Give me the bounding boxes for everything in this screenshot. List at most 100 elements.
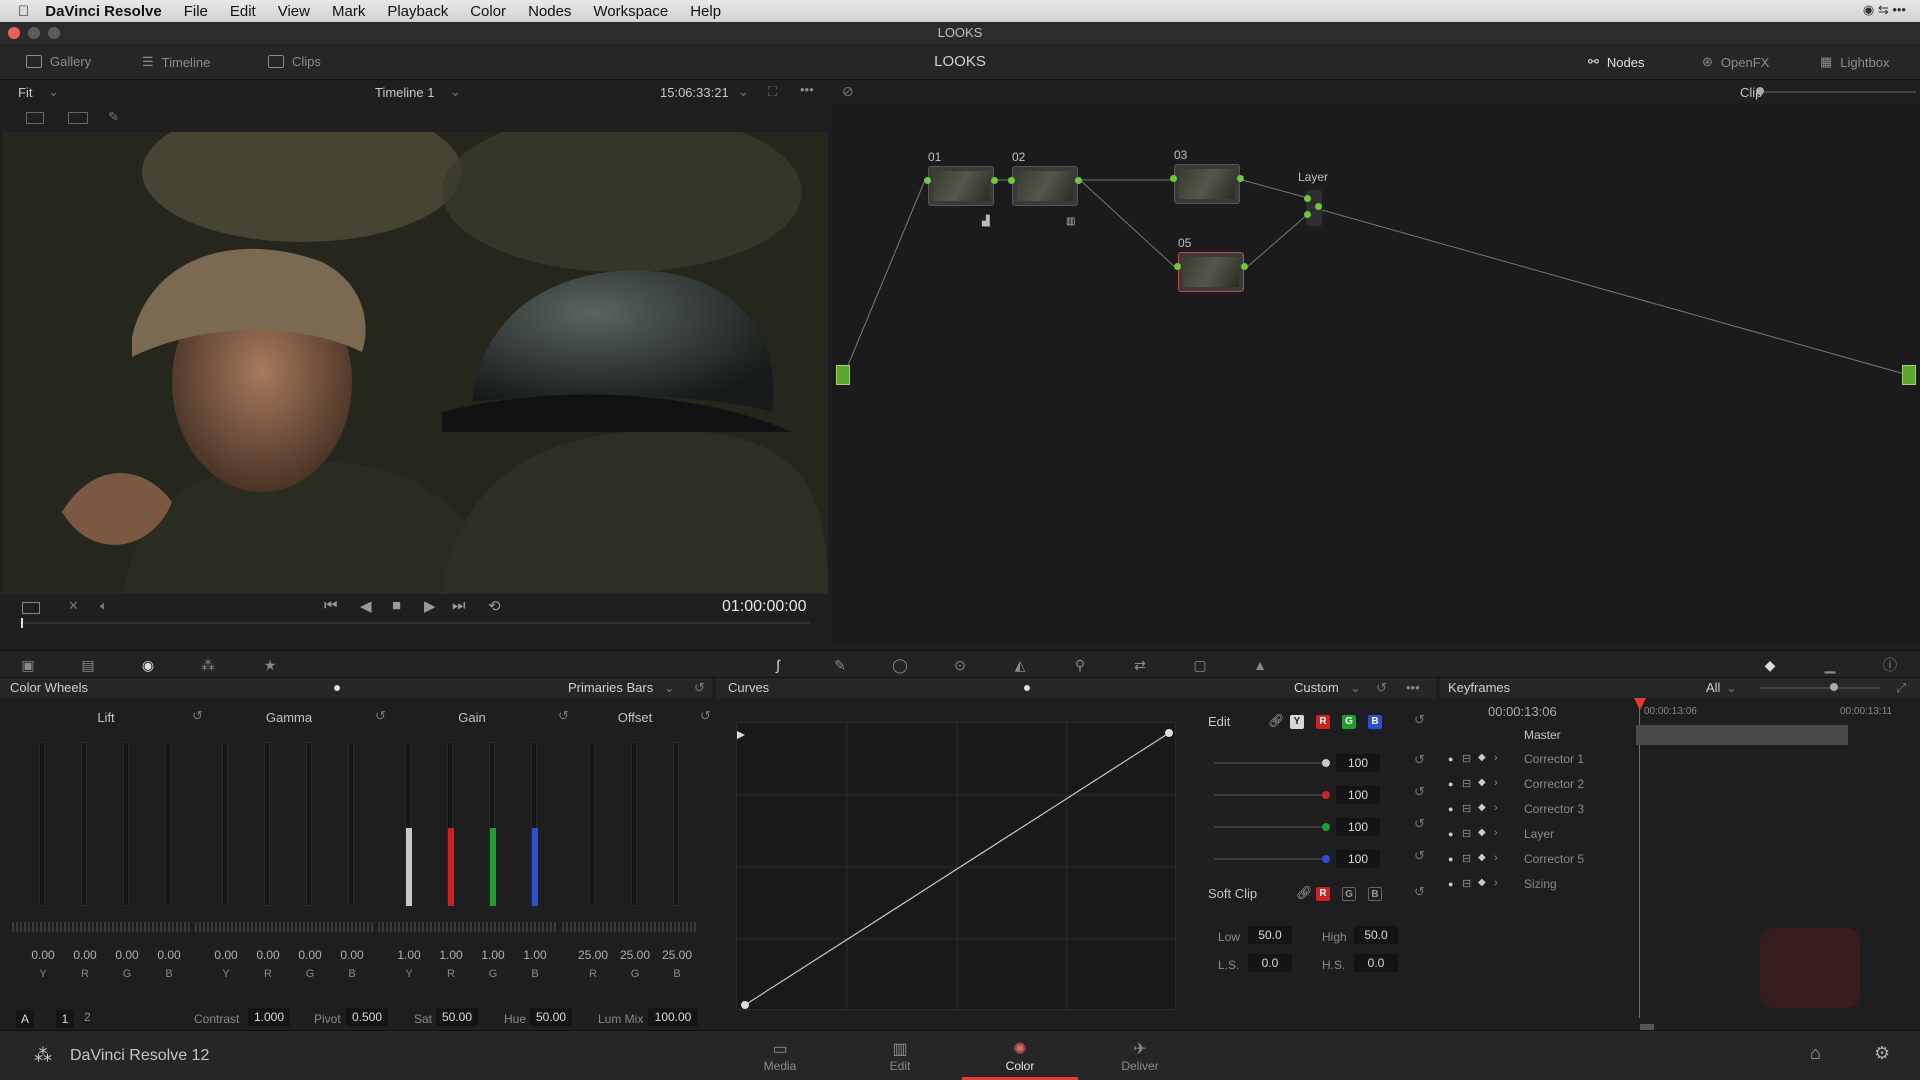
menu-nodes[interactable]: Nodes: [528, 3, 571, 20]
softclip-r-button[interactable]: R: [1316, 887, 1330, 901]
layer-mixer-input-1[interactable]: [1304, 195, 1311, 202]
keyframes-filter-dropdown[interactable]: All: [1706, 678, 1720, 698]
wheel-lift-y-bar[interactable]: [39, 742, 45, 906]
expand-chevron-icon[interactable]: ›: [1494, 802, 1498, 814]
curve-channel-slider[interactable]: [1214, 826, 1324, 828]
wheel-gamma-b-bar[interactable]: [348, 742, 354, 906]
node-02[interactable]: [1012, 166, 1078, 206]
reset-icon[interactable]: ↺: [558, 708, 569, 724]
lock-icon[interactable]: ⊟: [1462, 852, 1471, 865]
visibility-dot-icon[interactable]: ●: [1448, 754, 1453, 764]
menu-file[interactable]: File: [184, 3, 208, 20]
qualifier-icon[interactable]: ✎: [832, 657, 848, 673]
expand-chevron-icon[interactable]: ›: [1494, 777, 1498, 789]
lock-icon[interactable]: ⊟: [1462, 827, 1471, 840]
curve-graph[interactable]: [736, 722, 1177, 1011]
viewer-mode-icon[interactable]: [22, 602, 40, 614]
apple-icon[interactable]: : [18, 3, 29, 20]
link-icon[interactable]: 🔗︎: [1296, 885, 1313, 901]
motion-effects-icon[interactable]: ★: [262, 657, 278, 673]
wheel-lift-r-bar[interactable]: [81, 742, 87, 906]
page-edit[interactable]: ▥ Edit: [860, 1039, 940, 1073]
hs-field[interactable]: 0.0: [1354, 954, 1398, 972]
minimize-window-button[interactable]: [28, 27, 40, 39]
go-to-start-icon[interactable]: ⏮: [324, 597, 338, 614]
wheel-value[interactable]: 0.00: [332, 948, 372, 962]
link-icon[interactable]: 🔗︎: [1268, 713, 1285, 729]
wheel-value[interactable]: 0.00: [107, 948, 147, 962]
menu-app-name[interactable]: DaVinci Resolve: [45, 3, 161, 20]
visibility-dot-icon[interactable]: ●: [1448, 829, 1453, 839]
info-icon[interactable]: ⓘ: [1882, 657, 1898, 673]
stereo-icon[interactable]: ▲: [1252, 657, 1268, 673]
page-deliver[interactable]: ✈ Deliver: [1100, 1039, 1180, 1073]
node-editor[interactable]: ⊘ Clip 01 ▟ 02 ▥ 03 05 Layer: [832, 80, 1920, 642]
visibility-dot-icon[interactable]: ●: [1448, 779, 1453, 789]
keyframe-track-row[interactable]: ● ⊟ ◆ › Sizing: [1440, 875, 1920, 900]
scrubber-handle[interactable]: [21, 618, 23, 628]
camera-raw-icon[interactable]: ▣: [20, 657, 36, 673]
keyframe-track-row[interactable]: ● ⊟ ◆ › Corrector 1: [1440, 750, 1920, 775]
more-options-icon[interactable]: •••: [1406, 678, 1420, 698]
keyframe-diamond-icon[interactable]: ◆: [1478, 777, 1486, 788]
settings-gear-icon[interactable]: ⚙: [1874, 1043, 1890, 1064]
visibility-dot-icon[interactable]: ●: [1448, 804, 1453, 814]
node-02-output[interactable]: [1075, 177, 1082, 184]
curve-channel-handle[interactable]: [1322, 759, 1330, 767]
lock-icon[interactable]: ⊟: [1462, 802, 1471, 815]
wheel-value[interactable]: 0.00: [290, 948, 330, 962]
lum-mix-field[interactable]: 100.00: [648, 1008, 698, 1026]
curves-icon[interactable]: ∫: [770, 657, 786, 673]
timeline-selector[interactable]: Timeline 1: [375, 85, 434, 100]
node-05[interactable]: [1178, 252, 1244, 292]
reset-icon[interactable]: ↺: [192, 708, 203, 724]
reset-icon[interactable]: ↺: [1414, 816, 1425, 832]
layer-mixer-input-2[interactable]: [1304, 211, 1311, 218]
keyframe-track-row[interactable]: ● ⊟ ◆ › Layer: [1440, 825, 1920, 850]
node-01-output[interactable]: [991, 177, 998, 184]
expand-icon[interactable]: ⤢: [1896, 678, 1906, 698]
node-05-input[interactable]: [1174, 263, 1181, 270]
keyframe-diamond-icon[interactable]: ◆: [1478, 752, 1486, 763]
curve-y-button[interactable]: Y: [1290, 715, 1304, 729]
page-2-button[interactable]: 2: [84, 1010, 91, 1024]
scopes-icon[interactable]: ▁: [1822, 657, 1838, 673]
curve-r-button[interactable]: R: [1316, 715, 1330, 729]
wheel-gamma-jog-wheel[interactable]: [195, 922, 373, 932]
expand-chevron-icon[interactable]: ›: [1494, 752, 1498, 764]
wheel-value[interactable]: 1.00: [515, 948, 555, 962]
wheels-mode-dropdown[interactable]: Primaries Bars: [568, 678, 653, 698]
node-01-input[interactable]: [924, 177, 931, 184]
high-field[interactable]: 50.0: [1354, 926, 1398, 944]
split-view-icon[interactable]: [26, 112, 44, 124]
curve-channel-value[interactable]: 100: [1336, 850, 1380, 868]
wheel-lift-b-bar[interactable]: [165, 742, 171, 906]
reset-icon[interactable]: ↺: [1414, 752, 1425, 768]
rgb-mixer-icon[interactable]: ⁂: [200, 657, 216, 673]
wheel-gamma-y-bar[interactable]: [222, 742, 228, 906]
wheel-value[interactable]: 0.00: [65, 948, 105, 962]
color-match-icon[interactable]: ▤: [80, 657, 96, 673]
zoom-window-button[interactable]: [48, 27, 60, 39]
fullscreen-icon[interactable]: ⛶: [768, 84, 777, 100]
node-03-input[interactable]: [1170, 175, 1177, 182]
wheel-value[interactable]: 25.00: [657, 948, 697, 962]
page-a-button[interactable]: A: [16, 1010, 34, 1028]
expand-chevron-icon[interactable]: ›: [1494, 877, 1498, 889]
nodes-button[interactable]: ⚯ Nodes: [1588, 54, 1644, 70]
color-wheels-icon[interactable]: ◉: [140, 657, 156, 673]
node-02-input[interactable]: [1008, 177, 1015, 184]
lock-icon[interactable]: ⊟: [1462, 877, 1471, 890]
scrubber-track[interactable]: [20, 622, 810, 624]
keyframe-zoom-handle[interactable]: [1830, 683, 1838, 691]
more-options-icon[interactable]: •••: [800, 82, 814, 97]
expand-chevron-icon[interactable]: ›: [1494, 852, 1498, 864]
menu-help[interactable]: Help: [690, 3, 721, 20]
wheel-value[interactable]: 25.00: [573, 948, 613, 962]
reset-icon[interactable]: ↺: [1414, 784, 1425, 800]
menu-color[interactable]: Color: [470, 3, 506, 20]
menu-playback[interactable]: Playback: [387, 3, 448, 20]
softclip-b-button[interactable]: B: [1368, 887, 1382, 901]
node-output[interactable]: [1902, 365, 1916, 385]
lock-icon[interactable]: ⊟: [1462, 752, 1471, 765]
